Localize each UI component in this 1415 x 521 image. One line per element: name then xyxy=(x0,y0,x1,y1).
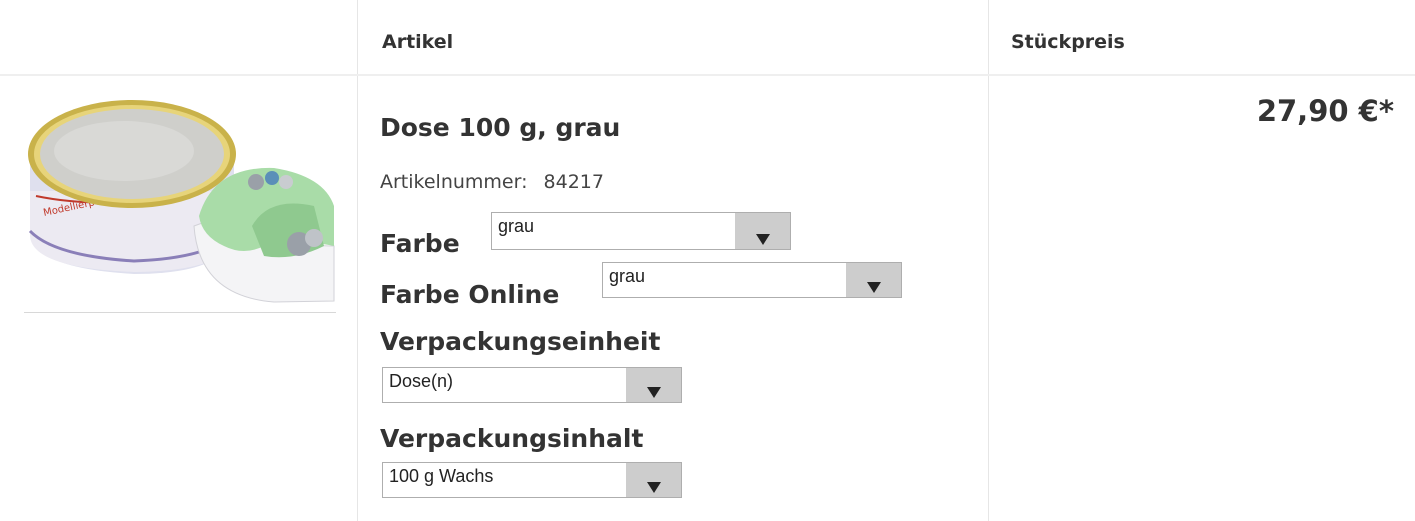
column-header-article: Artikel xyxy=(382,31,454,53)
farbe-online-dropdown-button[interactable] xyxy=(846,263,901,297)
option-label-farbe-online: Farbe Online xyxy=(380,280,560,309)
verpackungseinheit-select-value: Dose(n) xyxy=(389,371,454,391)
header-divider xyxy=(0,74,1415,76)
chevron-down-icon xyxy=(756,234,770,245)
chevron-down-icon xyxy=(647,387,661,398)
farbe-online-select[interactable]: grau xyxy=(602,262,902,298)
chevron-down-icon xyxy=(867,282,881,293)
farbe-select[interactable]: grau xyxy=(491,212,791,250)
option-label-verpackungsinhalt: Verpackungsinhalt xyxy=(380,424,644,453)
verpackungseinheit-dropdown-button[interactable] xyxy=(626,368,681,402)
farbe-online-select-value: grau xyxy=(609,266,646,286)
column-divider-2 xyxy=(988,0,989,521)
verpackungsinhalt-select[interactable]: 100 g Wachs xyxy=(382,462,682,498)
farbe-select-value: grau xyxy=(498,216,535,236)
chevron-down-icon xyxy=(647,482,661,493)
option-label-verpackungseinheit: Verpackungseinheit xyxy=(380,327,661,356)
farbe-dropdown-button[interactable] xyxy=(735,213,790,249)
product-title: Dose 100 g, grau xyxy=(380,113,621,142)
column-header-price: Stückpreis xyxy=(1011,31,1125,53)
article-number-value: 84217 xyxy=(543,171,604,193)
verpackungseinheit-select[interactable]: Dose(n) xyxy=(382,367,682,403)
article-number-label: Artikelnummer: xyxy=(380,171,528,193)
product-image[interactable]: Modellierperlwachs xyxy=(24,96,336,313)
verpackungsinhalt-select-value: 100 g Wachs xyxy=(389,466,494,486)
article-number: Artikelnummer: 84217 xyxy=(380,171,604,193)
option-label-farbe: Farbe xyxy=(380,229,460,258)
column-divider-1 xyxy=(357,0,358,521)
verpackungsinhalt-dropdown-button[interactable] xyxy=(626,463,681,497)
unit-price: 27,90 €* xyxy=(1256,94,1394,128)
